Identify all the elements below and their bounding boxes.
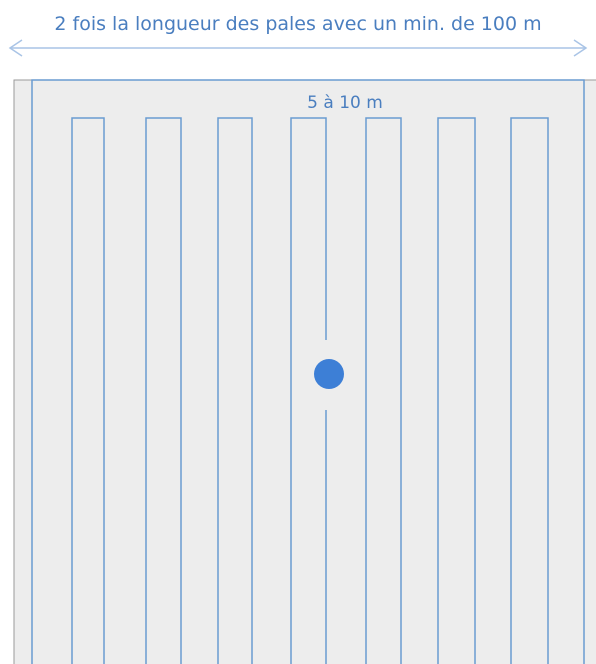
spacing-label: 5 à 10 m [307, 93, 383, 113]
width-label: 2 fois la longueur des pales avec un min… [54, 13, 541, 35]
search-area [13, 79, 596, 664]
turbine-marker-icon [314, 359, 344, 389]
width-dimension-arrow [8, 39, 588, 57]
search-pattern-diagram: 2 fois la longueur des pales avec un min… [8, 13, 596, 664]
